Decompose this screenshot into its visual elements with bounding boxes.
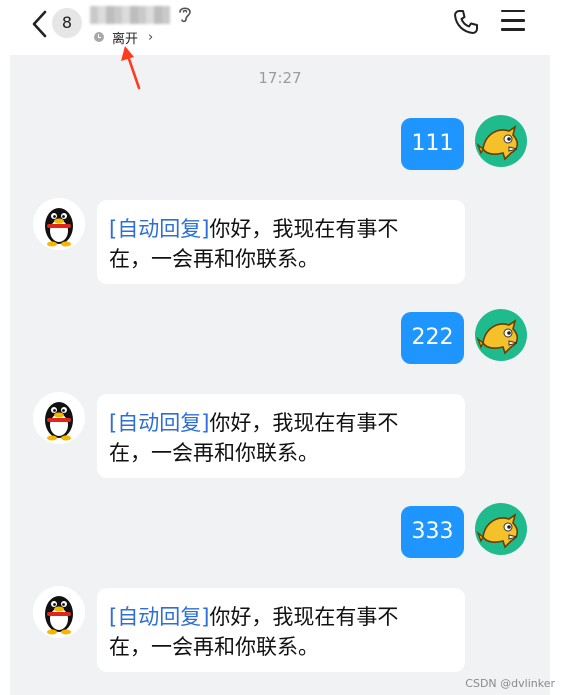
received-message-bubble[interactable]: [自动回复]你好，我现在有事不 在，一会再和你联系。 — [97, 200, 465, 284]
clock-icon — [94, 32, 104, 42]
sent-message-bubble[interactable]: 333 — [401, 506, 464, 558]
unread-count-badge[interactable]: 8 — [52, 8, 82, 38]
fish-avatar-icon — [476, 513, 519, 549]
received-message-bubble[interactable]: [自动回复]你好，我现在有事不 在，一会再和你联系。 — [97, 394, 465, 478]
contact-avatar[interactable] — [33, 198, 85, 250]
penguin-avatar-icon — [45, 208, 73, 247]
watermark: CSDN @dvlinker — [465, 677, 555, 690]
message-text: 在，一会再和你联系。 — [109, 247, 319, 271]
my-avatar[interactable] — [475, 309, 527, 361]
message-text: 你好，我现在有事不 — [209, 411, 399, 435]
fish-avatar-icon — [476, 319, 519, 355]
auto-reply-tag: [自动回复] — [109, 217, 210, 241]
chat-header: 8 离开 › — [0, 0, 561, 52]
chevron-right-icon: › — [148, 29, 154, 45]
online-status[interactable]: 离开 › — [94, 29, 154, 47]
ear-icon[interactable] — [176, 4, 194, 24]
message-timestamp: 17:27 — [258, 69, 302, 87]
message-text: 在，一会再和你联系。 — [109, 441, 319, 465]
penguin-avatar-icon — [45, 596, 73, 635]
my-avatar[interactable] — [475, 115, 527, 167]
message-text: 你好，我现在有事不 — [209, 217, 399, 241]
chat-message-list[interactable]: 17:27 111 [自动回复]你好，我现在有事不 在，一会再和你联系。 222 — [10, 55, 550, 695]
contact-name-redacted[interactable] — [90, 6, 170, 24]
back-arrow-icon[interactable] — [30, 10, 50, 38]
contact-avatar[interactable] — [33, 586, 85, 638]
phone-icon[interactable] — [452, 8, 480, 36]
menu-line — [501, 19, 525, 22]
contact-avatar[interactable] — [33, 392, 85, 444]
menu-line — [501, 28, 525, 31]
menu-line — [501, 10, 525, 13]
menu-icon[interactable] — [501, 10, 525, 32]
auto-reply-tag: [自动回复] — [109, 605, 210, 629]
received-message-bubble[interactable]: [自动回复]你好，我现在有事不 在，一会再和你联系。 — [97, 588, 465, 672]
message-text: 你好，我现在有事不 — [209, 605, 399, 629]
auto-reply-tag: [自动回复] — [109, 411, 210, 435]
penguin-avatar-icon — [45, 402, 73, 441]
my-avatar[interactable] — [475, 503, 527, 555]
fish-avatar-icon — [476, 125, 519, 161]
sent-message-bubble[interactable]: 222 — [401, 312, 464, 364]
annotation-arrow-icon — [121, 46, 141, 90]
sent-message-bubble[interactable]: 111 — [401, 118, 464, 170]
message-text: 在，一会再和你联系。 — [109, 635, 319, 659]
